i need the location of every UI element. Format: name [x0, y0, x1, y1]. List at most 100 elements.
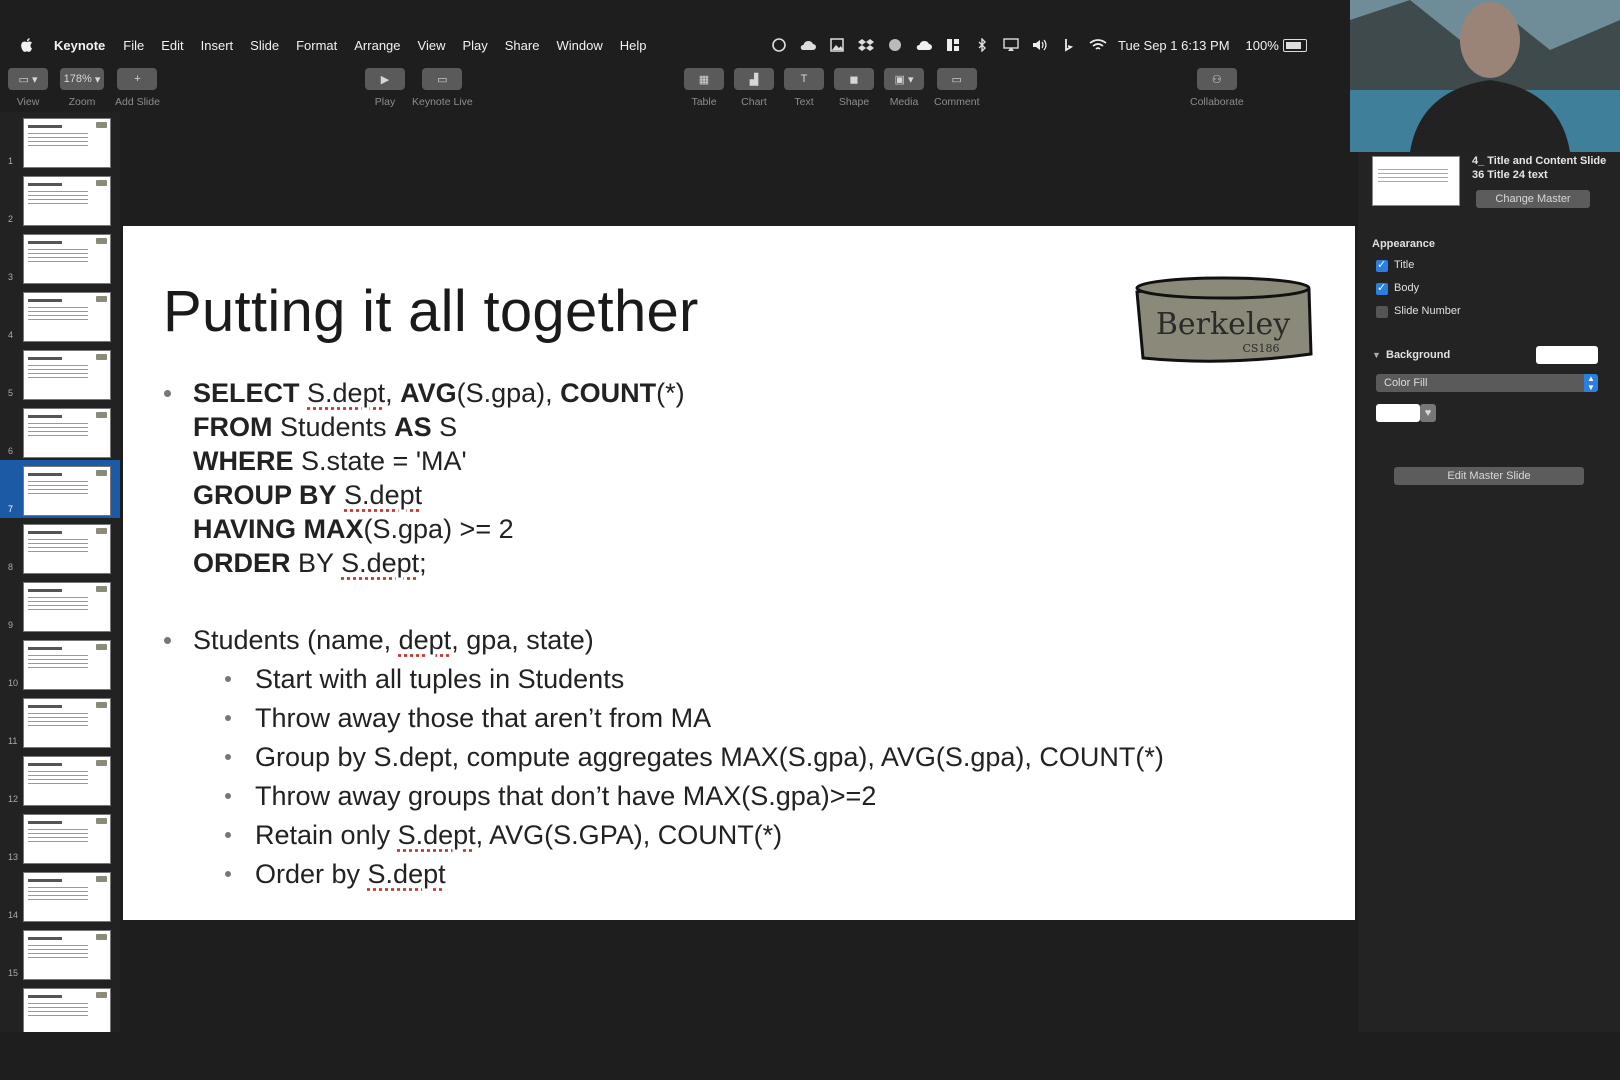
slide-thumbnail[interactable]: 3	[0, 228, 120, 286]
text-button[interactable]: T Text	[784, 68, 824, 108]
step-item[interactable]: Retain only S.dept, AVG(S.GPA), COUNT(*)	[255, 820, 782, 851]
media-button[interactable]: ▣ ▾ Media	[884, 68, 924, 108]
master-thumbnail[interactable]	[1372, 156, 1460, 206]
slide-thumbnail[interactable]: 6	[0, 402, 120, 460]
slide-navigator[interactable]: 1 2 3 4 5 6 7 8 9 10 11 12 13 14 15	[0, 112, 120, 1032]
comment-label: Comment	[934, 96, 980, 108]
sql-line-from[interactable]: FROM Students AS S	[193, 412, 457, 443]
slide-thumbnail[interactable]: 2	[0, 170, 120, 228]
image-capture-icon[interactable]	[828, 38, 846, 52]
slide-thumbnail-selected[interactable]: 7	[0, 460, 120, 518]
menu-window[interactable]: Window	[556, 38, 602, 53]
keynote-live-button[interactable]: ▭ Keynote Live	[412, 68, 473, 108]
menu-arrange[interactable]: Arrange	[354, 38, 400, 53]
slide-thumbnail[interactable]: 10	[0, 634, 120, 692]
fill-type-select[interactable]: Color Fill ▲ ▼	[1376, 374, 1598, 392]
edit-master-slide-button[interactable]: Edit Master Slide	[1394, 467, 1584, 485]
add-slide-button[interactable]: + Add Slide	[115, 68, 160, 108]
slide-thumbnail[interactable]: 12	[0, 750, 120, 808]
body-checkbox[interactable]	[1376, 281, 1388, 295]
fill-color-well[interactable]	[1376, 404, 1420, 422]
chart-button[interactable]: ▟ Chart	[734, 68, 774, 108]
slide-thumbnail[interactable]: 5	[0, 344, 120, 402]
menu-share[interactable]: Share	[505, 38, 540, 53]
menu-edit[interactable]: Edit	[161, 38, 183, 53]
menu-insert[interactable]: Insert	[201, 38, 234, 53]
bullet-icon	[164, 390, 171, 397]
slide-number: 4	[8, 330, 14, 340]
volume-icon[interactable]	[1031, 38, 1049, 52]
menu-slide[interactable]: Slide	[250, 38, 279, 53]
bullet-icon	[164, 637, 171, 644]
step-item[interactable]: Order by S.dept	[255, 859, 446, 890]
sql-line-order-by[interactable]: ORDER BY S.dept;	[193, 548, 427, 579]
menu-view[interactable]: View	[418, 38, 446, 53]
step-item[interactable]: Start with all tuples in Students	[255, 664, 624, 695]
sql-line-having[interactable]: HAVING MAX(S.gpa) >= 2	[193, 514, 514, 545]
slide-title[interactable]: Putting it all together	[163, 278, 699, 345]
slide-number: 2	[8, 214, 14, 224]
change-master-button[interactable]: Change Master	[1476, 190, 1590, 208]
window-tiling-icon[interactable]	[944, 38, 962, 52]
slide-thumbnail[interactable]: 9	[0, 576, 120, 634]
berkeley-cs186-logo[interactable]: Berkeley CS186	[1133, 270, 1313, 370]
app-menu[interactable]: Keynote	[54, 38, 105, 53]
battery-percent: 100%	[1245, 37, 1279, 53]
slide-thumbnail[interactable]: 8	[0, 518, 120, 576]
zoom-button[interactable]: 178% ▾ Zoom	[60, 68, 104, 108]
creative-cloud-icon[interactable]	[770, 38, 788, 52]
dropbox-icon[interactable]	[857, 38, 875, 52]
globe-icon[interactable]	[886, 38, 904, 52]
table-button[interactable]: ▦ Table	[684, 68, 724, 108]
slide-number-checkbox[interactable]	[1376, 306, 1388, 318]
airplay-icon[interactable]	[1002, 38, 1020, 52]
cloud-icon[interactable]	[915, 38, 933, 52]
menu-format[interactable]: Format	[296, 38, 337, 53]
slide-number: 12	[8, 794, 19, 804]
step-item[interactable]: Throw away groups that don’t have MAX(S.…	[255, 781, 876, 812]
sql-line-select[interactable]: SELECT S.dept, AVG(S.gpa), COUNT(*)	[193, 378, 685, 409]
slide-thumbnail[interactable]: 13	[0, 808, 120, 866]
slide-thumbnail[interactable]: 14	[0, 866, 120, 924]
text-label: Text	[794, 96, 814, 108]
sql-line-where[interactable]: WHERE S.state = 'MA'	[193, 446, 467, 477]
slide-number: 3	[8, 272, 14, 282]
slide-number: 8	[8, 562, 14, 572]
wifi-icon[interactable]	[1089, 38, 1107, 52]
shape-button[interactable]: ◼ Shape	[834, 68, 874, 108]
logo-subtext: CS186	[1243, 342, 1280, 355]
collaborate-button[interactable]: ⚇ Collaborate	[1190, 68, 1244, 108]
slide-canvas[interactable]: Putting it all together Berkeley CS186 S…	[123, 226, 1355, 920]
menu-play[interactable]: Play	[462, 38, 487, 53]
step-item[interactable]: Group by S.dept, compute aggregates MAX(…	[255, 742, 1164, 773]
disclosure-triangle-icon[interactable]: ▼	[1372, 350, 1381, 360]
view-button[interactable]: ▭ ▾ View	[8, 68, 48, 108]
apple-icon[interactable]	[20, 37, 34, 53]
color-picker-icon[interactable]: ♥	[1420, 404, 1436, 422]
title-checkbox[interactable]	[1376, 258, 1388, 272]
students-schema[interactable]: Students (name, dept, gpa, state)	[193, 625, 594, 656]
slide-thumbnail[interactable]: 15	[0, 924, 120, 982]
slide-thumbnail[interactable]: 1	[0, 112, 120, 170]
battery-icon[interactable]	[1282, 38, 1307, 52]
play-button[interactable]: ▶ Play	[365, 68, 405, 108]
bing-icon[interactable]	[1060, 38, 1078, 52]
table-icon: ▦	[684, 68, 724, 90]
slide-thumbnail[interactable]: 4	[0, 286, 120, 344]
table-label: Table	[691, 96, 717, 108]
slide-thumbnail[interactable]	[0, 982, 120, 1032]
body-checkbox-label: Body	[1394, 282, 1420, 294]
slide-thumbnail[interactable]: 11	[0, 692, 120, 750]
sub-bullet-icon	[225, 676, 231, 682]
menu-file[interactable]: File	[123, 38, 144, 53]
comment-button[interactable]: ▭ Comment	[934, 68, 980, 108]
cloud-upload-icon[interactable]	[799, 38, 817, 52]
clock[interactable]: Tue Sep 1 6:13 PM	[1118, 38, 1230, 53]
menu-help[interactable]: Help	[620, 38, 647, 53]
play-label: Play	[374, 96, 396, 108]
sql-line-group-by[interactable]: GROUP BY S.dept	[193, 480, 422, 511]
background-color-swatch[interactable]	[1536, 346, 1598, 364]
bluetooth-icon[interactable]	[973, 38, 991, 52]
step-item[interactable]: Throw away those that aren’t from MA	[255, 703, 711, 734]
sub-bullet-icon	[225, 793, 231, 799]
